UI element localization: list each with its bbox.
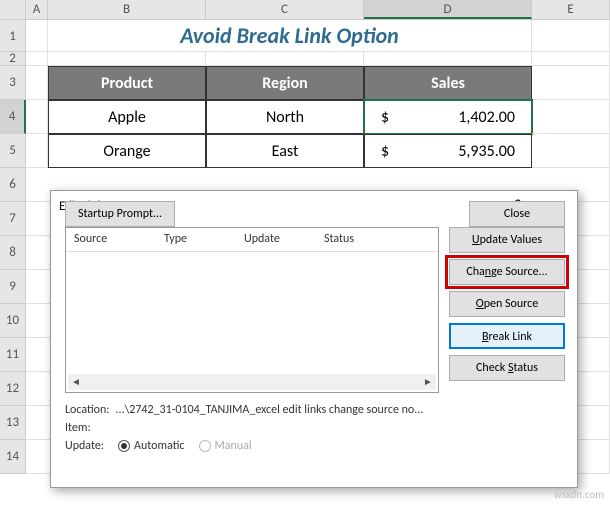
update-values-button[interactable]: Update Values xyxy=(449,227,565,253)
horizontal-scrollbar[interactable]: ◄ ► xyxy=(68,374,436,390)
item-label: Item: xyxy=(65,419,91,437)
row-header-1[interactable]: 1 xyxy=(0,20,26,52)
watermark: wsxdn.com xyxy=(554,488,604,501)
list-header-update[interactable]: Update xyxy=(236,228,316,251)
row-header-8[interactable]: 8 xyxy=(0,236,26,270)
row-header-12[interactable]: 12 xyxy=(0,372,26,406)
row-header-14[interactable]: 14 xyxy=(0,440,26,474)
location-label: Location: xyxy=(65,401,110,419)
row-header-13[interactable]: 13 xyxy=(0,406,26,440)
row-header-10[interactable]: 10 xyxy=(0,304,26,338)
location-value: ...\2742_31-0104_TANJIMA_excel edit link… xyxy=(116,401,424,419)
edit-links-dialog: Edit Links ? × Source Type Update Status… xyxy=(50,190,578,488)
col-header-b[interactable]: B xyxy=(48,0,206,19)
list-header-status[interactable]: Status xyxy=(316,228,438,251)
header-product[interactable]: Product xyxy=(48,66,206,100)
close-button[interactable]: Close xyxy=(469,201,565,227)
col-header-d[interactable]: D xyxy=(364,0,532,19)
change-source-button[interactable]: Change Source... xyxy=(449,259,565,285)
break-link-button[interactable]: Break Link xyxy=(449,323,565,349)
cell-b5[interactable]: Orange xyxy=(48,134,206,168)
info-panel: Location: ...\2742_31-0104_TANJIMA_excel… xyxy=(65,401,437,455)
list-header-type[interactable]: Type xyxy=(156,228,236,251)
update-label: Update: xyxy=(65,437,104,455)
scroll-right-icon[interactable]: ► xyxy=(420,374,436,390)
row-header-5[interactable]: 5 xyxy=(0,134,26,168)
header-region[interactable]: Region xyxy=(206,66,364,100)
open-source-button[interactable]: Open Source xyxy=(449,291,565,317)
row-header-11[interactable]: 11 xyxy=(0,338,26,372)
row-header-4[interactable]: 4 xyxy=(0,100,26,134)
row-header-9[interactable]: 9 xyxy=(0,270,26,304)
row-header-6[interactable]: 6 xyxy=(0,168,26,202)
col-header-a[interactable]: A xyxy=(26,0,48,19)
cell-d5[interactable]: $5,935.00 xyxy=(364,134,532,168)
select-all-corner[interactable] xyxy=(0,0,26,19)
sales-value: 1,402.00 xyxy=(458,101,515,135)
scroll-left-icon[interactable]: ◄ xyxy=(68,374,84,390)
list-header-source[interactable]: Source xyxy=(66,228,156,251)
links-listbox[interactable]: Source Type Update Status ◄ ► xyxy=(65,227,439,393)
row-header-2[interactable]: 2 xyxy=(0,52,26,66)
cell-d4[interactable]: $1,402.00 xyxy=(364,100,532,134)
cell-c5[interactable]: East xyxy=(206,134,364,168)
col-header-e[interactable]: E xyxy=(532,0,610,19)
col-header-c[interactable]: C xyxy=(206,0,364,19)
row-header-3[interactable]: 3 xyxy=(0,66,26,100)
sales-value: 5,935.00 xyxy=(458,135,515,169)
cell-b4[interactable]: Apple xyxy=(48,100,206,134)
radio-on-icon xyxy=(118,440,130,452)
header-sales[interactable]: Sales xyxy=(364,66,532,100)
automatic-radio[interactable]: Automatic xyxy=(118,437,184,455)
column-headers: A B C D E xyxy=(0,0,610,20)
row-header-7[interactable]: 7 xyxy=(0,202,26,236)
startup-prompt-button[interactable]: Startup Prompt... xyxy=(65,201,175,227)
radio-off-icon xyxy=(199,440,211,452)
check-status-button[interactable]: Check Status xyxy=(449,355,565,381)
cell-c4[interactable]: North xyxy=(206,100,364,134)
currency-symbol: $ xyxy=(381,135,389,169)
currency-symbol: $ xyxy=(381,101,389,135)
page-title: Avoid Break Link Option xyxy=(48,20,532,52)
manual-radio: Manual xyxy=(199,437,252,455)
